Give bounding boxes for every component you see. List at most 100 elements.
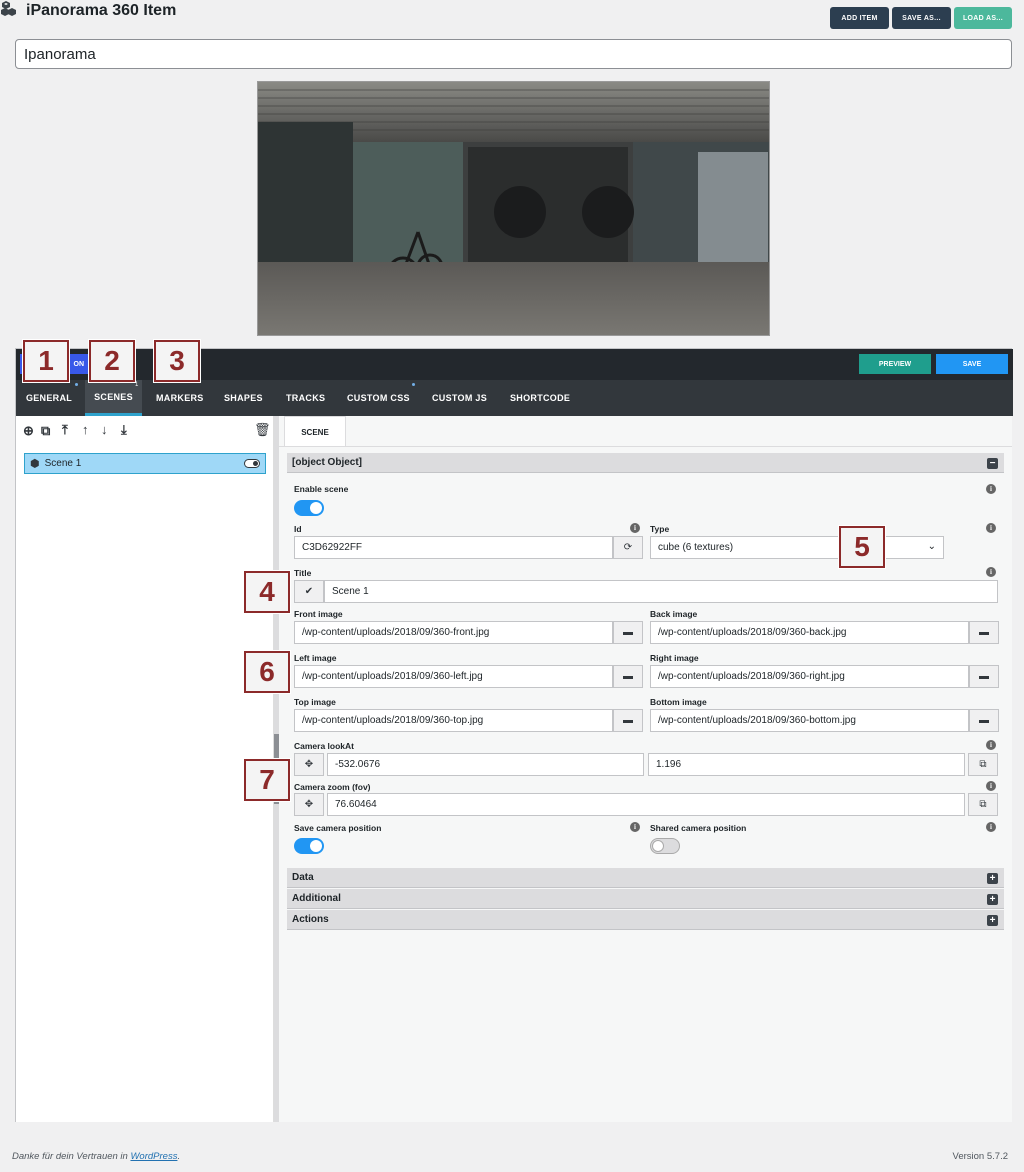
footer-thanks-text: Danke für dein Vertrauen in xyxy=(12,1151,131,1162)
tab-shapes[interactable]: SHAPES xyxy=(224,380,263,416)
scene-list-item[interactable]: ⬢ Scene 1 xyxy=(24,453,266,474)
type-label: Type xyxy=(650,524,670,534)
left-image-label: Left image xyxy=(294,653,337,663)
save-button[interactable]: SAVE xyxy=(936,354,1008,374)
type-select[interactable]: cube (6 textures) ⌄ xyxy=(650,536,944,559)
folder-icon[interactable]: ▬ xyxy=(969,709,999,732)
callout-badge: 6 xyxy=(244,651,290,693)
scenes-count: 1 xyxy=(135,382,139,388)
id-label: Id xyxy=(294,524,302,534)
add-scene-icon[interactable]: ⊕ xyxy=(23,424,34,438)
callout-badge: 5 xyxy=(839,526,885,568)
tab-label: SHORTCODE xyxy=(510,393,571,403)
copy-scene-icon[interactable]: ⧉ xyxy=(41,424,50,438)
item-name-input[interactable] xyxy=(15,39,1012,69)
add-item-button[interactable]: ADD ITEM xyxy=(830,7,889,29)
panorama-preview[interactable] xyxy=(257,81,770,336)
section-title: Additional xyxy=(292,893,341,904)
shared-camera-toggle[interactable] xyxy=(650,838,680,854)
camera-lookat-y-field[interactable]: 1.196 xyxy=(648,753,965,776)
front-image-field[interactable]: /wp-content/uploads/2018/09/360-front.jp… xyxy=(294,621,613,644)
info-icon[interactable]: i xyxy=(986,567,996,577)
folder-icon[interactable]: ▬ xyxy=(969,621,999,644)
check-icon[interactable]: ✔ xyxy=(294,580,324,603)
scene-visibility-toggle[interactable] xyxy=(244,459,260,468)
tab-custom-css-indicator xyxy=(412,383,415,386)
folder-icon[interactable]: ▬ xyxy=(969,665,999,688)
tab-label: TRACKS xyxy=(286,393,326,403)
tab-shortcode[interactable]: SHORTCODE xyxy=(510,380,570,416)
camera-lookat-x-field[interactable]: -532.0676 xyxy=(327,753,644,776)
page-title-text: iPanorama 360 Item xyxy=(26,1,177,19)
camera-zoom-field[interactable]: 76.60464 xyxy=(327,793,965,816)
save-camera-label: Save camera position xyxy=(294,823,382,833)
load-as-button[interactable]: LOAD AS... xyxy=(954,7,1012,29)
expand-icon[interactable]: + xyxy=(987,915,998,926)
move-top-icon[interactable]: ⤒ xyxy=(62,423,68,437)
info-icon[interactable]: i xyxy=(986,523,996,533)
trash-icon[interactable]: 🗑 xyxy=(254,423,271,437)
tab-general[interactable]: GENERAL xyxy=(16,380,82,416)
footer-thanks-suffix: . xyxy=(177,1151,181,1162)
preview-button[interactable]: PREVIEW xyxy=(859,354,931,374)
left-image-field[interactable]: /wp-content/uploads/2018/09/360-left.jpg xyxy=(294,665,613,688)
expand-icon[interactable]: + xyxy=(987,894,998,905)
top-image-field[interactable]: /wp-content/uploads/2018/09/360-top.jpg xyxy=(294,709,613,732)
bottom-image-label: Bottom image xyxy=(650,697,707,707)
right-image-field[interactable]: /wp-content/uploads/2018/09/360-right.jp… xyxy=(650,665,969,688)
crosshair-icon[interactable]: ✥ xyxy=(294,793,324,816)
tab-tracks[interactable]: TRACKS xyxy=(286,380,325,416)
section-title: Actions xyxy=(292,914,329,925)
tab-markers[interactable]: MARKERS xyxy=(156,380,204,416)
scene-list-item-label: Scene 1 xyxy=(44,458,82,469)
info-icon[interactable]: i xyxy=(986,822,996,832)
info-icon[interactable]: i xyxy=(630,822,640,832)
bottom-image-field[interactable]: /wp-content/uploads/2018/09/360-bottom.j… xyxy=(650,709,969,732)
move-up-icon[interactable]: ↑ xyxy=(82,423,89,437)
info-icon[interactable]: i xyxy=(630,523,640,533)
section-title: Data xyxy=(292,872,314,883)
wordpress-link[interactable]: WordPress xyxy=(130,1151,177,1162)
folder-icon[interactable]: ▬ xyxy=(613,621,643,644)
tab-custom-css[interactable]: CUSTOM CSS xyxy=(347,380,410,416)
copy-icon[interactable]: ⧉ xyxy=(968,793,998,816)
camera-zoom-label: Camera zoom (fov) xyxy=(294,782,371,792)
collapse-icon[interactable]: − xyxy=(987,458,998,469)
move-down-icon[interactable]: ↓ xyxy=(101,423,108,437)
back-image-label: Back image xyxy=(650,609,698,619)
move-bottom-icon[interactable]: ⤓ xyxy=(121,423,127,437)
id-field[interactable]: C3D62922FF xyxy=(294,536,613,559)
callout-badge: 1 xyxy=(23,340,69,382)
section-data-header[interactable]: Data + xyxy=(287,868,1004,888)
folder-icon[interactable]: ▬ xyxy=(613,665,643,688)
folder-icon[interactable]: ▬ xyxy=(613,709,643,732)
callout-badge: 4 xyxy=(244,571,290,613)
refresh-icon[interactable]: ⟳ xyxy=(613,536,643,559)
enable-scene-label: Enable scene xyxy=(294,484,349,494)
enable-scene-toggle[interactable] xyxy=(294,500,324,516)
info-icon[interactable]: i xyxy=(986,781,996,791)
tab-scene[interactable]: SCENE xyxy=(284,416,346,447)
callout-badge: 2 xyxy=(89,340,135,382)
tab-label: SHAPES xyxy=(224,393,263,403)
section-general-header[interactable]: [object Object] − xyxy=(287,453,1004,473)
info-icon[interactable]: i xyxy=(986,484,996,494)
back-image-field[interactable]: /wp-content/uploads/2018/09/360-back.jpg xyxy=(650,621,969,644)
tab-custom-js[interactable]: CUSTOM JS xyxy=(432,380,487,416)
editor-panel: ON PREVIEW SAVE GENERAL SCENES 1 MARKERS… xyxy=(15,348,1013,1122)
section-additional-header[interactable]: Additional + xyxy=(287,889,1004,909)
title-field[interactable]: Scene 1 xyxy=(324,580,998,603)
save-camera-toggle[interactable] xyxy=(294,838,324,854)
title-label: Title xyxy=(294,568,312,578)
crosshair-icon[interactable]: ✥ xyxy=(294,753,324,776)
tab-scenes[interactable]: SCENES xyxy=(85,380,142,416)
top-image-label: Top image xyxy=(294,697,336,707)
save-as-button[interactable]: SAVE AS... xyxy=(892,7,951,29)
section-actions-header[interactable]: Actions + xyxy=(287,910,1004,930)
copy-icon[interactable]: ⧉ xyxy=(968,753,998,776)
expand-icon[interactable]: + xyxy=(987,873,998,884)
cubes-icon xyxy=(0,0,20,21)
tab-general-indicator xyxy=(75,383,78,386)
info-icon[interactable]: i xyxy=(986,740,996,750)
footer-version: Version 5.7.2 xyxy=(952,1151,1008,1162)
